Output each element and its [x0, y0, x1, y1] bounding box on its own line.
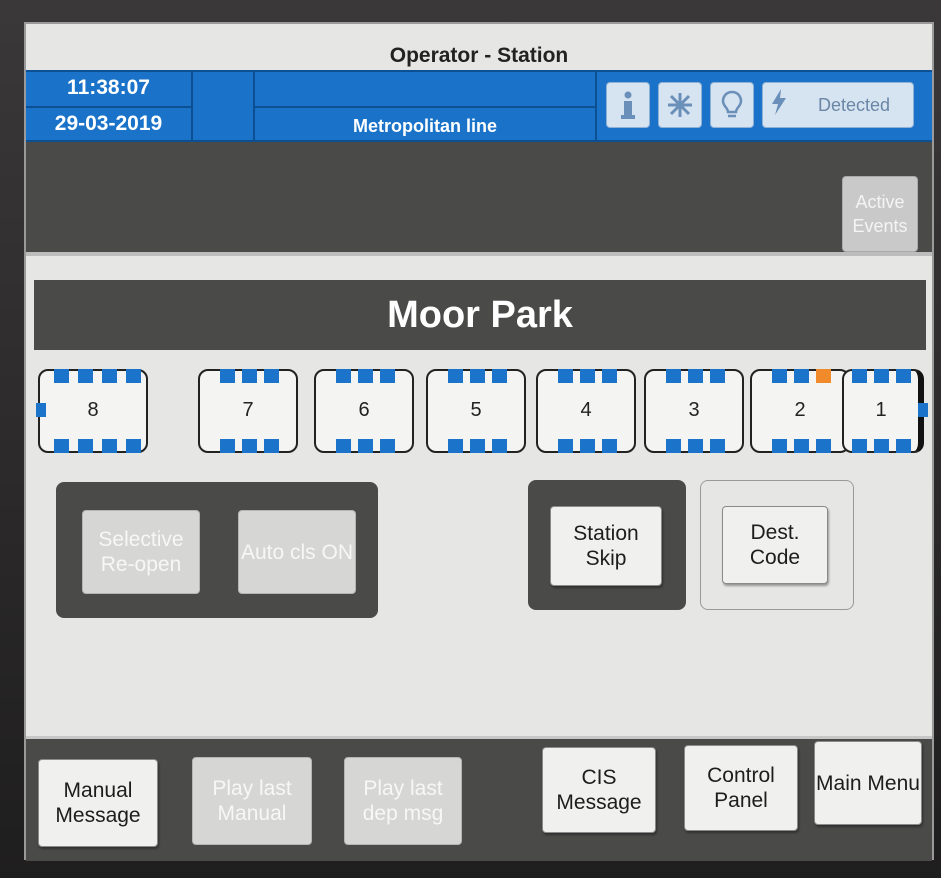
- car-4[interactable]: 4: [536, 369, 636, 453]
- car-8[interactable]: 8: [36, 369, 148, 453]
- train-cars: 8 7 6 5 4 3 2 1: [36, 369, 928, 459]
- door: [54, 369, 69, 383]
- door: [874, 369, 889, 383]
- door: [102, 369, 117, 383]
- door: [688, 369, 703, 383]
- clock-date: 29-03-2019: [54, 112, 163, 135]
- car-number: 5: [470, 399, 482, 421]
- car-number: 7: [242, 399, 254, 421]
- status-icons: Detected: [606, 82, 914, 130]
- car-7[interactable]: 7: [198, 369, 298, 453]
- lightning-icon: [763, 88, 795, 122]
- clock-panel: 11:38:07 29-03-2019: [26, 72, 193, 140]
- door: [874, 439, 889, 453]
- station-skip-button[interactable]: Station Skip: [550, 506, 662, 586]
- door: [242, 439, 257, 453]
- door: [602, 369, 617, 383]
- car-6[interactable]: 6: [314, 369, 414, 453]
- door: [852, 369, 867, 383]
- play-last-manual-button[interactable]: Play last Manual: [192, 757, 312, 845]
- door: [772, 439, 787, 453]
- door: [896, 369, 911, 383]
- line-area: Metropolitan line: [255, 72, 597, 140]
- info-icon[interactable]: [606, 82, 650, 128]
- window-title: Operator - Station: [389, 44, 569, 67]
- door: [470, 369, 485, 383]
- door: [358, 369, 373, 383]
- door: [242, 369, 257, 383]
- snowflake-icon[interactable]: [658, 82, 702, 128]
- car-number: 2: [794, 399, 806, 421]
- door: [580, 369, 595, 383]
- active-events-button[interactable]: Active Events: [842, 176, 918, 252]
- header-spacer: [193, 72, 255, 140]
- car-number: 1: [875, 399, 887, 421]
- door: [126, 369, 141, 383]
- door: [794, 439, 809, 453]
- line-name: Metropolitan line: [353, 116, 497, 136]
- door: [558, 369, 573, 383]
- cab-end: [918, 403, 928, 417]
- car-5[interactable]: 5: [426, 369, 526, 453]
- auto-cls-button[interactable]: Auto cls ON: [238, 510, 356, 594]
- door: [358, 439, 373, 453]
- door: [492, 439, 507, 453]
- car-number: 8: [87, 399, 99, 421]
- detection-status: Detected: [762, 82, 914, 128]
- control-panel-button[interactable]: Control Panel: [684, 745, 798, 831]
- door: [78, 369, 93, 383]
- detection-label: Detected: [817, 94, 891, 115]
- door: [852, 439, 867, 453]
- manual-message-button[interactable]: Manual Message: [38, 759, 158, 847]
- door: [54, 439, 69, 453]
- car-1[interactable]: 1: [842, 369, 928, 453]
- door-alert: [816, 369, 831, 383]
- door: [78, 439, 93, 453]
- door: [710, 439, 725, 453]
- door: [220, 439, 235, 453]
- door: [336, 369, 351, 383]
- clock-time: 11:38:07: [26, 72, 191, 108]
- station-name: Moor Park: [34, 280, 926, 350]
- door: [816, 439, 831, 453]
- door: [126, 439, 141, 453]
- door: [380, 439, 395, 453]
- door: [688, 439, 703, 453]
- play-last-dep-msg-button[interactable]: Play last dep msg: [344, 757, 462, 845]
- door: [470, 439, 485, 453]
- door: [220, 369, 235, 383]
- header-bar: 11:38:07 29-03-2019 Metropolitan line De…: [26, 70, 932, 142]
- dest-code-button[interactable]: Dest. Code: [722, 506, 828, 584]
- car-2[interactable]: 2: [750, 369, 850, 453]
- door: [666, 369, 681, 383]
- door: [666, 439, 681, 453]
- cis-message-button[interactable]: CIS Message: [542, 747, 656, 833]
- door: [264, 369, 279, 383]
- lightbulb-icon[interactable]: [710, 82, 754, 128]
- car-number: 6: [358, 399, 370, 421]
- car-number: 4: [580, 399, 592, 421]
- car-3[interactable]: 3: [644, 369, 744, 453]
- door: [264, 439, 279, 453]
- events-panel: Active Events: [26, 142, 932, 256]
- door: [336, 439, 351, 453]
- door: [380, 369, 395, 383]
- door: [448, 439, 463, 453]
- bottom-bar: Manual Message Play last Manual Play las…: [26, 736, 932, 861]
- door: [896, 439, 911, 453]
- door: [794, 369, 809, 383]
- operator-screen: Operator - Station 11:38:07 29-03-2019 M…: [24, 22, 934, 861]
- door: [602, 439, 617, 453]
- car-number: 3: [688, 399, 700, 421]
- door: [492, 369, 507, 383]
- door: [772, 369, 787, 383]
- door: [710, 369, 725, 383]
- door: [448, 369, 463, 383]
- door: [102, 439, 117, 453]
- main-menu-button[interactable]: Main Menu: [814, 741, 922, 825]
- selective-reopen-button[interactable]: Selective Re-open: [82, 510, 200, 594]
- door: [558, 439, 573, 453]
- door: [580, 439, 595, 453]
